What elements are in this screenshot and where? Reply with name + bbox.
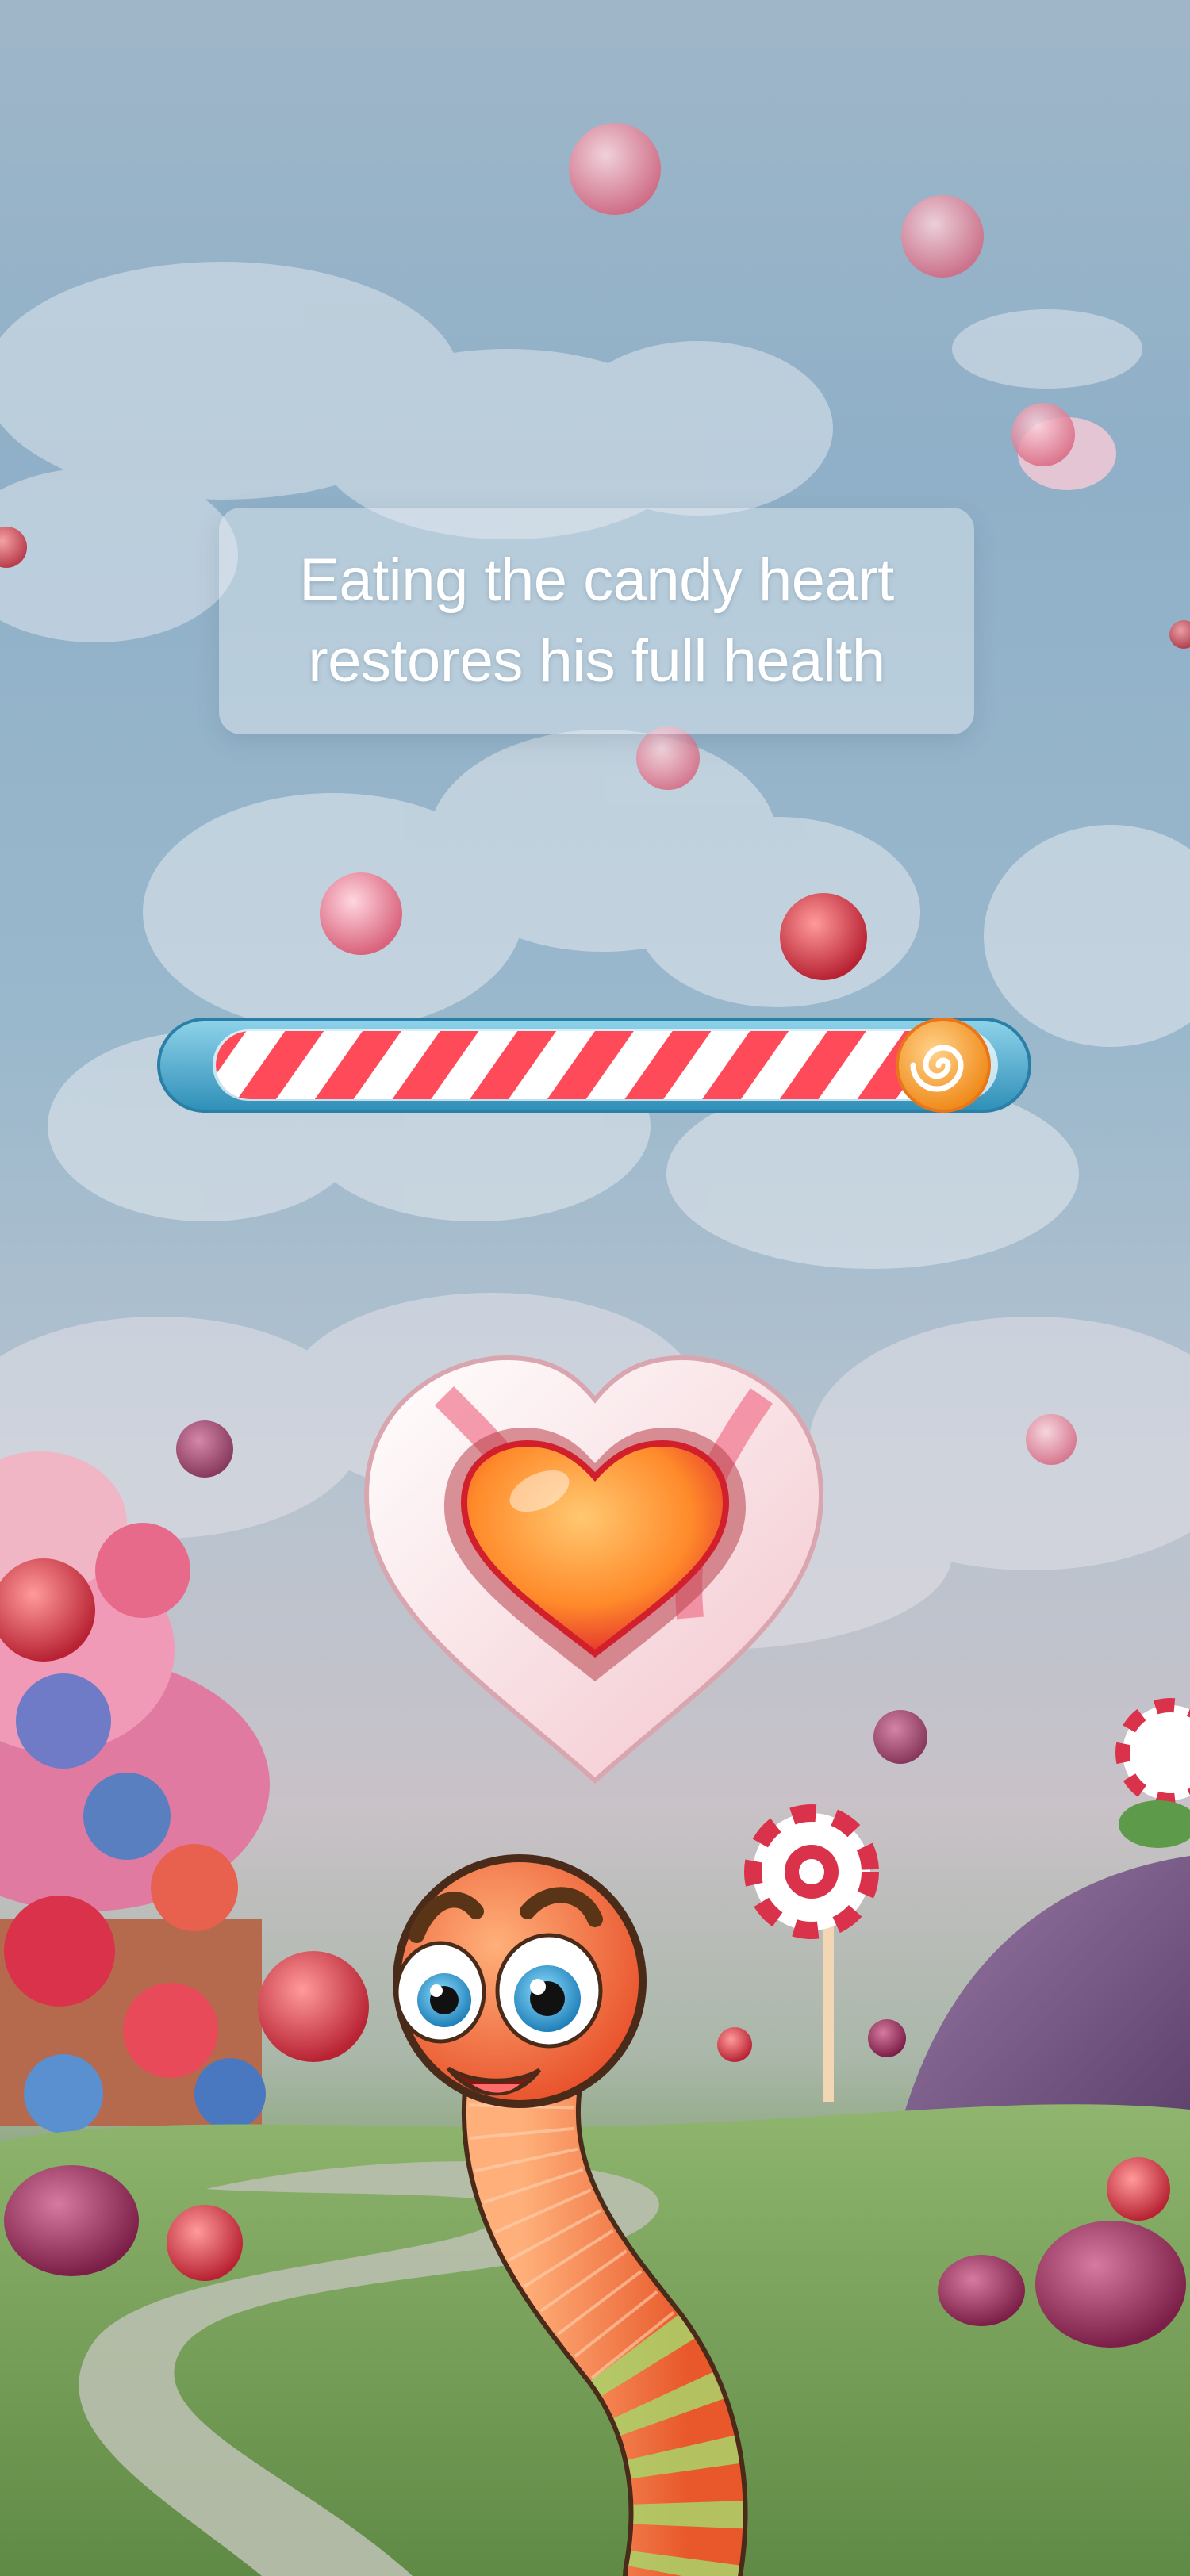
worm-character xyxy=(393,1854,748,2576)
game-scene: Eating the candy heart restores his full… xyxy=(0,0,1190,2576)
